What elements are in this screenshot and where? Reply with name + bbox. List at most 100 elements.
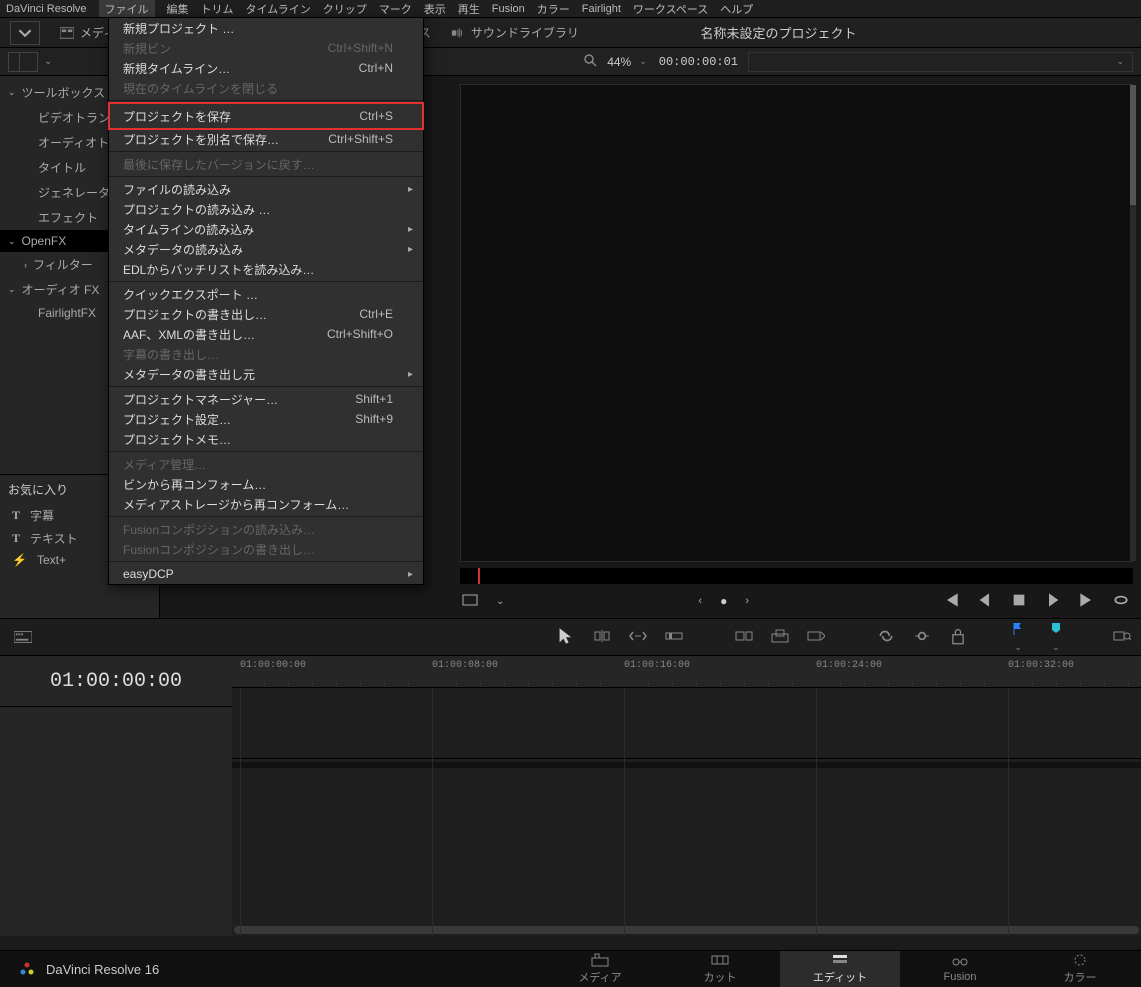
zoom-control[interactable]: 44% ⌄ (607, 55, 647, 69)
menu-item[interactable]: AAF、XMLの書き出し…Ctrl+Shift+O (109, 324, 423, 344)
menu-item[interactable]: EDLからバッチリストを読み込み… (109, 259, 423, 279)
go-start-button[interactable] (943, 592, 959, 611)
caret-down-button[interactable] (10, 21, 40, 45)
sound-library-toggle[interactable]: サウンドライブラリ (451, 24, 579, 41)
menu-item[interactable]: プロジェクトマネージャー…Shift+1 (109, 389, 423, 409)
ruler-tick: 01:00:08:00 (432, 660, 498, 671)
dot-icon: ● (720, 594, 727, 608)
menu-fusion[interactable]: Fusion (492, 3, 525, 15)
flag-blue-icon[interactable]: ⌄ (1011, 622, 1031, 653)
menu-workspace[interactable]: ワークスペース (633, 1, 708, 17)
page-label: メディア (578, 969, 621, 985)
stop-button[interactable] (1011, 592, 1027, 611)
timeline-timecode[interactable]: 01:00:00:00 (0, 656, 232, 706)
menu-item[interactable]: プロジェクトの読み込み … (109, 199, 423, 219)
app-menu[interactable]: DaVinci Resolve (6, 3, 87, 15)
menu-timeline[interactable]: タイムライン (246, 1, 311, 17)
menu-mark[interactable]: マーク (379, 1, 412, 17)
openfx-label: OpenFX (22, 234, 67, 248)
chevron-right-icon (408, 569, 413, 580)
ruler-tick: 01:00:00:00 (240, 660, 306, 671)
menu-item-label: easyDCP (123, 567, 174, 581)
marker-cyan-icon[interactable]: ⌄ (1049, 622, 1069, 653)
menu-edit[interactable]: 編集 (167, 1, 189, 17)
menu-item[interactable]: プロジェクトを別名で保存…Ctrl+Shift+S (109, 129, 423, 149)
menu-item[interactable]: プロジェクト設定…Shift+9 (109, 409, 423, 429)
page-tab-カット[interactable]: カット (660, 951, 780, 987)
chevron-down-icon[interactable]: ⌄ (496, 596, 504, 607)
menu-item-label: メタデータの書き出し元 (123, 366, 255, 383)
menu-item[interactable]: メディアストレージから再コンフォーム… (109, 494, 423, 514)
menu-item[interactable]: クイックエクスポート … (109, 284, 423, 304)
menu-item[interactable]: メタデータの書き出し元 (109, 364, 423, 384)
menu-item[interactable]: プロジェクトの書き出し…Ctrl+E (109, 304, 423, 324)
scrub-bar[interactable] (460, 568, 1133, 584)
menu-item[interactable]: プロジェクトを保存Ctrl+S (109, 103, 423, 129)
loop-button[interactable] (1113, 592, 1129, 611)
menu-item[interactable]: 新規プロジェクト … (109, 18, 423, 38)
menu-trim[interactable]: トリム (201, 1, 234, 17)
page-label: エディット (813, 969, 867, 985)
overwrite-icon[interactable] (771, 627, 789, 648)
blade-tool-icon[interactable] (593, 627, 611, 648)
menu-item[interactable]: タイムラインの読み込み (109, 219, 423, 239)
menu-item-label: プロジェクト設定… (123, 411, 231, 428)
timeline-ruler[interactable]: 01:00:00:0001:00:08:0001:00:16:0001:00:2… (232, 656, 1141, 688)
replace-icon[interactable] (807, 627, 825, 648)
playhead-icon[interactable] (478, 568, 480, 584)
horizontal-scrollbar[interactable] (234, 926, 1139, 934)
menu-item: 現在のタイムラインを閉じる (109, 78, 423, 98)
menu-playback[interactable]: 再生 (458, 1, 480, 17)
append-icon[interactable] (735, 627, 753, 648)
go-end-button[interactable] (1079, 592, 1095, 611)
play-button[interactable] (1045, 592, 1061, 611)
unlink-icon[interactable] (877, 627, 895, 648)
media-pool-toggle[interactable]: メディ (60, 24, 115, 41)
menu-item[interactable]: easyDCP (109, 564, 423, 584)
next-edit-icon[interactable]: › (745, 595, 749, 607)
scrollbar-thumb[interactable] (1130, 85, 1136, 205)
menu-file[interactable]: ファイル (99, 0, 155, 19)
page-tab-カラー[interactable]: カラー (1020, 951, 1140, 987)
favorite-label: テキスト (30, 530, 78, 547)
chevron-down-icon: ⌄ (8, 284, 16, 295)
page-label: Fusion (943, 971, 976, 983)
arrow-tool-icon[interactable] (557, 627, 575, 648)
timeline-panel: 01:00:00:00 01:00:00:0001:00:08:0001:00:… (0, 656, 1141, 936)
viewer-canvas[interactable] (460, 84, 1133, 562)
page-tab-エディット[interactable]: エディット (780, 951, 900, 987)
menu-fairlight[interactable]: Fairlight (582, 3, 621, 15)
page-tab-メディア[interactable]: メディア (540, 951, 660, 987)
menu-item[interactable]: 新規タイムライン…Ctrl+N (109, 58, 423, 78)
lock-icon[interactable] (949, 627, 967, 648)
search-icon[interactable] (583, 53, 597, 70)
menu-item[interactable]: メタデータの読み込み (109, 239, 423, 259)
track-header-area[interactable] (0, 706, 232, 936)
keyboard-icon[interactable] (10, 626, 36, 648)
link-icon[interactable] (913, 627, 931, 648)
menu-item-label: メディア管理… (123, 456, 206, 473)
chevron-right-icon (408, 369, 413, 380)
transport-controls: ⌄ ‹ ● › (450, 584, 1141, 618)
frame-guide-icon[interactable] (462, 592, 478, 611)
menu-view[interactable]: 表示 (424, 1, 446, 17)
timeline-tracks[interactable] (232, 688, 1141, 936)
menu-shortcut: Ctrl+S (359, 109, 393, 123)
menu-item[interactable]: プロジェクトメモ… (109, 429, 423, 449)
search-timeline-icon[interactable] (1113, 627, 1131, 648)
menu-item[interactable]: ビンから再コンフォーム… (109, 474, 423, 494)
menu-help[interactable]: ヘルプ (720, 1, 753, 17)
timeline-selector[interactable]: ⌄ (748, 52, 1133, 72)
viewer-timecode[interactable]: 00:00:00:01 (659, 55, 738, 69)
page-tab-Fusion[interactable]: Fusion (900, 951, 1020, 987)
insert-tool-icon[interactable] (665, 627, 683, 648)
panel-layout-button[interactable] (8, 52, 38, 72)
menu-clip[interactable]: クリップ (323, 1, 367, 17)
menu-item-label: 最後に保存したバージョンに戻す… (123, 156, 315, 173)
menu-item[interactable]: ファイルの読み込み (109, 179, 423, 199)
menu-color[interactable]: カラー (537, 1, 570, 17)
step-back-button[interactable] (977, 592, 993, 611)
prev-edit-icon[interactable]: ‹ (698, 595, 702, 607)
panel-caret-icon[interactable]: ⌄ (44, 56, 52, 67)
trim-tool-icon[interactable] (629, 627, 647, 648)
